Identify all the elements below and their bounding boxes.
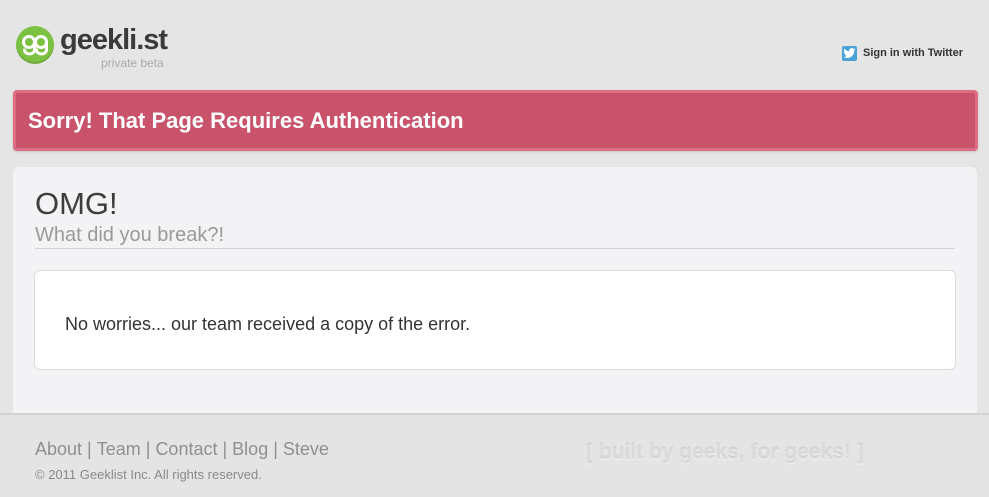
error-message-box: No worries... our team received a copy o… <box>34 270 956 370</box>
sign-in-twitter-button[interactable]: Sign in with Twitter <box>841 45 963 61</box>
auth-required-alert: Sorry! That Page Requires Authentication <box>13 90 978 151</box>
logo-mark-icon <box>16 26 54 64</box>
footer-link-team[interactable]: Team <box>97 438 141 460</box>
footer-separator: | <box>222 439 228 459</box>
footer-link-steve[interactable]: Steve <box>283 438 329 460</box>
alert-message: Sorry! That Page Requires Authentication <box>28 108 464 133</box>
footer-nav: About | Team | Contact | Blog | Steve <box>35 438 329 460</box>
footer-separator: | <box>87 439 92 459</box>
footer-link-about[interactable]: About <box>35 438 82 460</box>
page-subtitle: What did you break?! <box>35 224 224 246</box>
footer-separator: | <box>273 439 278 459</box>
logo-wordmark: geekli.st <box>60 24 168 56</box>
divider <box>35 248 955 249</box>
twitter-icon <box>841 45 857 61</box>
footer-tagline: [ built by geeks, for geeks! ] <box>586 441 864 464</box>
footer-link-blog[interactable]: Blog <box>232 438 268 460</box>
error-message: No worries... our team received a copy o… <box>65 314 471 334</box>
error-panel: OMG! What did you break?! No worries... … <box>13 167 977 413</box>
logo-subtitle: private beta <box>101 56 164 70</box>
footer-link-contact[interactable]: Contact <box>155 438 217 460</box>
geeklist-logo[interactable]: geekli.st private beta <box>16 24 186 74</box>
footer: About | Team | Contact | Blog | Steve © … <box>0 413 989 497</box>
header: geekli.st private beta Sign in with Twit… <box>0 0 989 90</box>
page-title: OMG! <box>35 186 118 221</box>
copyright-text: © 2011 Geeklist Inc. All rights reserved… <box>35 467 262 482</box>
footer-separator: | <box>145 439 151 459</box>
sign-in-label: Sign in with Twitter <box>862 47 963 59</box>
